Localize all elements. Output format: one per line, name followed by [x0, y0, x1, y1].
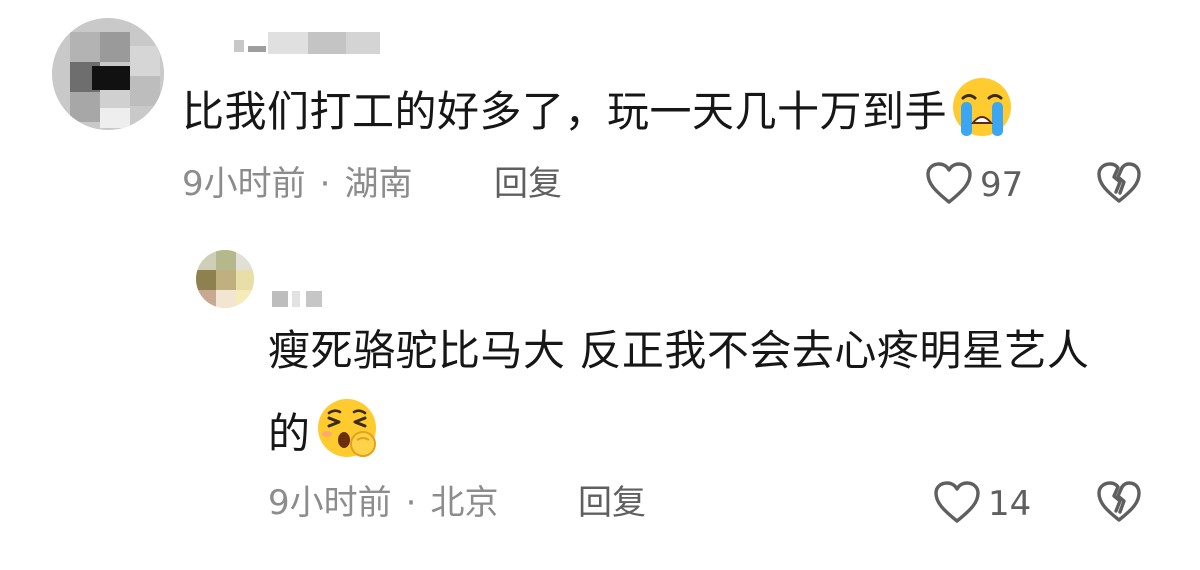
location: 北京: [430, 483, 499, 523]
comment-meta: 9小时前 · 湖南: [182, 164, 412, 204]
comment-text-line-2: 的: [268, 409, 311, 458]
broken-heart-icon: [1096, 162, 1142, 210]
reply-button[interactable]: 回复: [578, 483, 646, 523]
comment-text: 比我们打工的好多了，玩一天几十万到手: [182, 76, 1013, 155]
shushing-face-icon: [315, 396, 379, 477]
username-blurred[interactable]: [234, 32, 380, 54]
reply-button[interactable]: 回复: [494, 164, 562, 204]
timestamp: 9小时前: [182, 164, 306, 204]
like-count: 14: [988, 484, 1032, 524]
separator-dot: ·: [319, 164, 331, 204]
like-button[interactable]: 14: [932, 479, 1031, 529]
avatar[interactable]: [196, 250, 254, 308]
like-button[interactable]: 97: [924, 160, 1023, 210]
comment-meta: 9小时前 · 北京: [268, 483, 498, 523]
comment-text-continued: 的: [268, 396, 379, 477]
comment-text-content: 比我们打工的好多了，玩一天几十万到手: [182, 87, 948, 136]
broken-heart-icon: [1096, 481, 1142, 529]
like-count: 97: [980, 165, 1024, 205]
heart-outline-icon: [932, 479, 982, 529]
heart-outline-icon: [924, 160, 974, 210]
comment-text: 瘦死骆驼比马大 反正我不会去心疼明星艺人: [268, 320, 1089, 382]
loudly-crying-face-icon: [951, 76, 1013, 155]
location: 湖南: [344, 164, 413, 204]
username-blurred[interactable]: [272, 288, 328, 310]
comment-text-line-1: 瘦死骆驼比马大 反正我不会去心疼明星艺人: [268, 326, 1090, 375]
dislike-button[interactable]: [1096, 479, 1142, 529]
separator-dot: ·: [405, 483, 417, 523]
dislike-button[interactable]: [1096, 160, 1142, 210]
avatar[interactable]: [52, 18, 164, 130]
timestamp: 9小时前: [268, 483, 392, 523]
